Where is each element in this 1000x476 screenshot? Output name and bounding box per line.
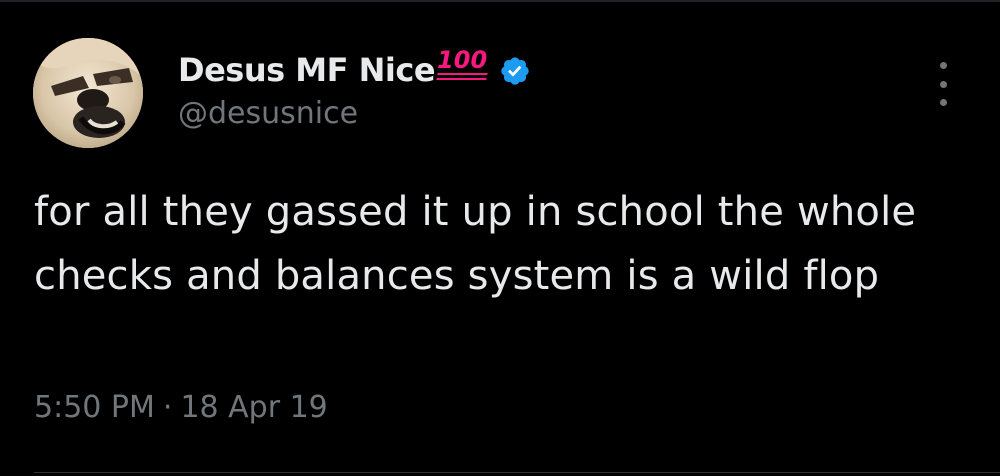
author-handle[interactable]: @desusnice bbox=[178, 96, 358, 131]
more-dot bbox=[939, 62, 947, 69]
tweet-time: 5:50 PM bbox=[34, 390, 155, 425]
tweet-text: for all they gassed it up in school the … bbox=[34, 189, 917, 299]
hundred-points-emoji-icon: 100 bbox=[436, 46, 488, 80]
avatar-photo bbox=[33, 38, 143, 148]
tweet-date: 18 Apr 19 bbox=[180, 390, 328, 425]
author-name-row: Desus MF Nice 100 bbox=[178, 48, 531, 92]
more-options-icon[interactable] bbox=[926, 62, 960, 106]
display-name[interactable]: Desus MF Nice bbox=[178, 51, 436, 89]
tweet-card: Desus MF Nice 100 @desusnice for all the… bbox=[0, 0, 1000, 476]
verified-badge-icon bbox=[501, 57, 529, 85]
emoji-100-text: 100 bbox=[437, 46, 488, 74]
meta-separator: · bbox=[162, 390, 173, 425]
emoji-100-underline bbox=[436, 73, 488, 80]
tweet-timestamp[interactable]: 5:50 PM · 18 Apr 19 bbox=[34, 390, 328, 425]
avatar[interactable] bbox=[33, 38, 143, 148]
more-dot bbox=[939, 80, 947, 88]
bottom-divider bbox=[34, 472, 1000, 473]
more-dot bbox=[939, 99, 947, 106]
